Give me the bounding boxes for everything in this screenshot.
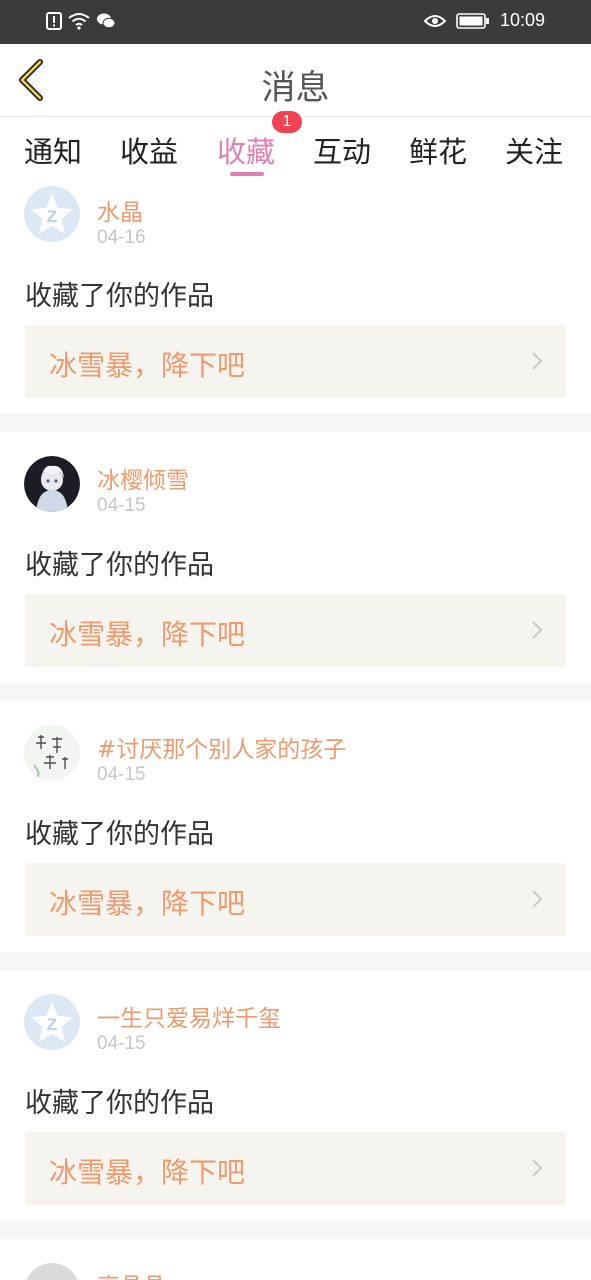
date: 04-15	[97, 1033, 146, 1054]
divider	[0, 414, 591, 432]
active-tab-indicator	[230, 172, 264, 176]
default-avatar-icon: Z	[24, 994, 80, 1050]
wechat-icon	[97, 13, 116, 29]
user-avatar-image	[24, 725, 80, 781]
wifi-icon	[68, 13, 90, 30]
username[interactable]: 一生只爱易烊千玺	[97, 999, 281, 1033]
tab-favorites-badge: 1	[272, 111, 302, 133]
default-avatar-icon: Z	[24, 186, 80, 242]
avatar[interactable]	[24, 1263, 80, 1280]
username[interactable]: 亮晶晶	[97, 1267, 166, 1280]
avatar[interactable]: Z	[24, 186, 80, 242]
work-title: 冰雪暴，降下吧	[49, 887, 246, 920]
svg-text:Z: Z	[47, 1015, 57, 1034]
tab-favorites[interactable]: 收藏	[217, 129, 275, 171]
chevron-right-icon	[532, 621, 543, 639]
work-link[interactable]: 冰雪暴，降下吧	[25, 325, 566, 398]
tab-following[interactable]: 关注	[505, 129, 563, 171]
chevron-right-icon	[532, 890, 543, 908]
chevron-right-icon	[532, 352, 543, 370]
username[interactable]: #讨厌那个别人家的孩子	[97, 730, 346, 764]
work-link[interactable]: 冰雪暴，降下吧	[25, 594, 566, 667]
status-time: 10:09	[499, 10, 545, 30]
avatar[interactable]	[24, 456, 80, 512]
tab-bar: 通知 收益 收藏 1 互动 鲜花 关注	[0, 111, 591, 181]
divider	[0, 952, 591, 970]
avatar[interactable]	[24, 725, 80, 781]
list-item[interactable]: 冰樱倾雪 04-15 收藏了你的作品 冰雪暴，降下吧	[0, 432, 591, 683]
tab-flowers[interactable]: 鲜花	[409, 129, 467, 171]
date: 04-15	[97, 764, 146, 785]
work-title: 冰雪暴，降下吧	[49, 1156, 246, 1189]
page-title: 消息	[261, 68, 330, 108]
status-right-icons: 10:09	[423, 10, 545, 31]
list-item[interactable]: Z 一生只爱易烊千玺 04-15 收藏了你的作品 冰雪暴，降下吧	[0, 970, 591, 1221]
work-title: 冰雪暴，降下吧	[49, 349, 246, 382]
work-title: 冰雪暴，降下吧	[49, 618, 246, 651]
work-link[interactable]: 冰雪暴，降下吧	[25, 1132, 566, 1205]
date: 04-16	[97, 227, 146, 248]
action-text: 收藏了你的作品	[25, 281, 214, 312]
username[interactable]: 水晶	[97, 193, 143, 227]
tab-notice[interactable]: 通知	[24, 129, 82, 171]
chevron-right-icon	[532, 1159, 543, 1177]
status-bar: 10:09	[0, 0, 591, 44]
action-text: 收藏了你的作品	[25, 550, 214, 581]
date: 04-15	[97, 495, 146, 516]
list-item[interactable]: 亮晶晶	[0, 1239, 591, 1280]
battery-icon	[456, 12, 489, 29]
tab-earnings[interactable]: 收益	[120, 129, 178, 171]
username[interactable]: 冰樱倾雪	[97, 461, 189, 495]
svg-text:Z: Z	[47, 207, 57, 226]
list-item[interactable]: Z 水晶 04-16 收藏了你的作品 冰雪暴，降下吧	[0, 181, 591, 414]
tab-interaction[interactable]: 互动	[313, 129, 371, 171]
action-text: 收藏了你的作品	[25, 1088, 214, 1119]
divider	[0, 1221, 591, 1239]
user-avatar-image	[24, 456, 80, 512]
status-left-icons	[46, 12, 116, 30]
avatar[interactable]: Z	[24, 994, 80, 1050]
action-text: 收藏了你的作品	[25, 819, 214, 850]
work-link[interactable]: 冰雪暴，降下吧	[25, 863, 566, 936]
eye-comfort-icon	[423, 14, 446, 27]
header-bar: 消息	[0, 44, 591, 117]
divider	[0, 683, 591, 701]
user-avatar-image	[26, 1263, 78, 1280]
list-item[interactable]: #讨厌那个别人家的孩子 04-15 收藏了你的作品 冰雪暴，降下吧	[0, 701, 591, 952]
alert-icon	[46, 12, 62, 30]
message-feed: Z 水晶 04-16 收藏了你的作品 冰雪暴，降下吧 冰樱倾雪 04-15 收藏…	[0, 181, 591, 1280]
